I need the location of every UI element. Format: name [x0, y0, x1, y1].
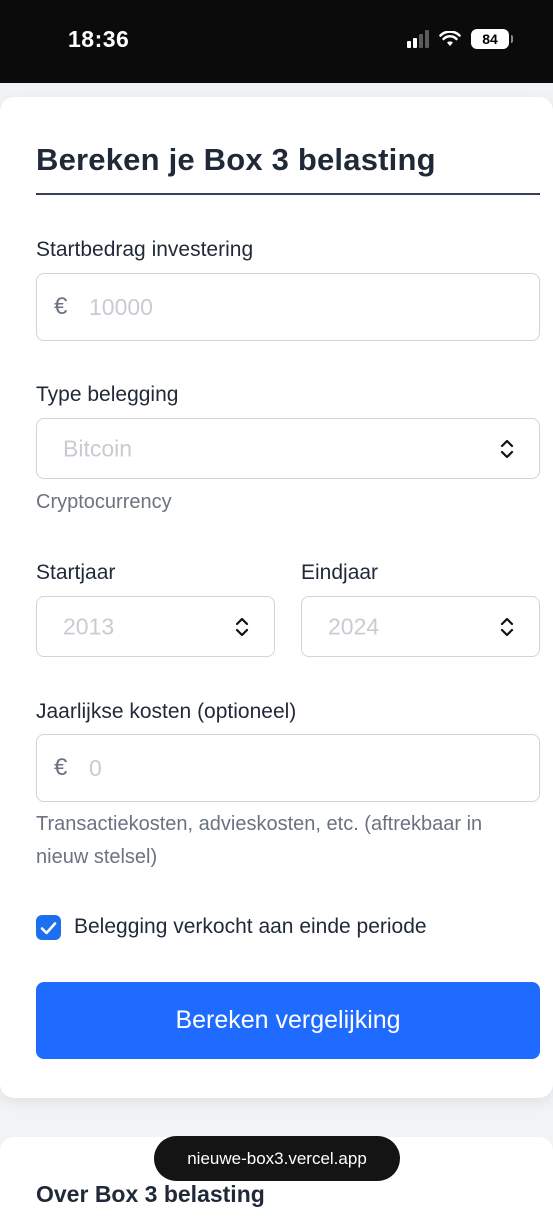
annual-costs-helper-line1: Transactiekosten, advieskosten, etc. (af… — [36, 813, 483, 835]
select-chevron-icon — [235, 617, 249, 636]
start-year-value: 2013 — [63, 613, 115, 639]
end-year-select[interactable]: 2024 — [301, 596, 540, 657]
start-amount-field[interactable]: € — [36, 273, 540, 341]
title-divider — [36, 193, 540, 195]
calculate-button[interactable]: Bereken vergelijking — [36, 982, 540, 1059]
annual-costs-input[interactable] — [89, 735, 491, 801]
status-time: 18:36 — [68, 26, 130, 52]
euro-prefix: € — [54, 754, 68, 781]
status-bar: 18:36 84 — [0, 0, 553, 83]
investment-type-label: Type belegging — [36, 383, 179, 406]
end-year-value: 2024 — [328, 613, 380, 639]
annual-costs-helper-line2: nieuw stelsel) — [36, 846, 158, 868]
annual-costs-label: Jaarlijkse kosten (optioneel) — [36, 700, 297, 723]
sold-checkbox[interactable] — [36, 915, 61, 940]
annual-costs-field[interactable]: € — [36, 734, 540, 802]
battery-icon: 84 — [471, 29, 513, 49]
start-amount-label: Startbedrag investering — [36, 238, 254, 261]
end-year-label: Eindjaar — [301, 561, 379, 584]
start-year-select[interactable]: 2013 — [36, 596, 275, 657]
select-chevron-icon — [500, 617, 514, 636]
about-title: Over Box 3 belasting — [36, 1181, 265, 1207]
page-title: Bereken je Box 3 belasting — [36, 142, 436, 177]
start-amount-input[interactable] — [89, 274, 491, 340]
checkmark-icon — [40, 921, 57, 934]
investment-type-value: Bitcoin — [63, 435, 133, 461]
euro-prefix: € — [54, 293, 68, 320]
cellular-signal-icon — [407, 30, 429, 48]
status-icons: 84 — [407, 29, 513, 49]
browser-url-pill[interactable]: nieuwe-box3.vercel.app — [154, 1136, 400, 1181]
select-chevron-icon — [500, 439, 514, 458]
wifi-icon — [439, 31, 461, 46]
investment-type-select[interactable]: Bitcoin — [36, 418, 540, 479]
investment-type-helper: Cryptocurrency — [36, 491, 172, 513]
start-year-label: Startjaar — [36, 561, 116, 584]
sold-checkbox-label[interactable]: Belegging verkocht aan einde periode — [74, 915, 427, 939]
